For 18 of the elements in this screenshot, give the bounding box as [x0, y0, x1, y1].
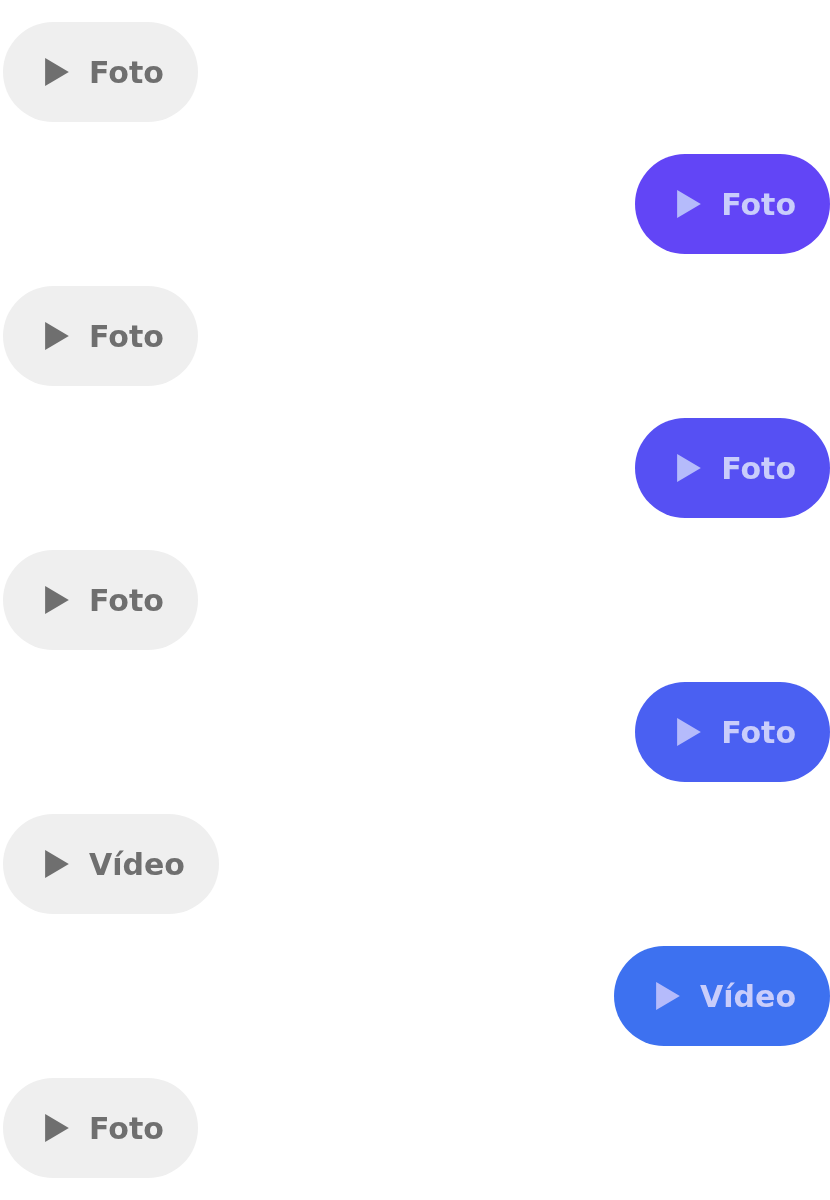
play-icon: [45, 1114, 69, 1142]
media-message-bubble[interactable]: Foto: [635, 682, 830, 782]
media-message-bubble[interactable]: Foto: [3, 1078, 198, 1178]
media-message-bubble[interactable]: Foto: [635, 418, 830, 518]
media-message-bubble[interactable]: Foto: [3, 22, 198, 122]
media-message-bubble[interactable]: Foto: [3, 286, 198, 386]
play-icon: [677, 190, 702, 218]
media-message-bubble[interactable]: Foto: [635, 154, 830, 254]
play-icon: [45, 850, 69, 878]
media-message-bubble[interactable]: Vídeo: [614, 946, 830, 1046]
play-icon: [677, 454, 702, 482]
play-icon: [45, 58, 69, 86]
play-icon: [45, 586, 69, 614]
play-icon: [656, 982, 681, 1010]
play-icon: [45, 322, 69, 350]
play-icon: [677, 718, 702, 746]
media-message-bubble[interactable]: Foto: [3, 550, 198, 650]
media-message-bubble[interactable]: Vídeo: [3, 814, 219, 914]
